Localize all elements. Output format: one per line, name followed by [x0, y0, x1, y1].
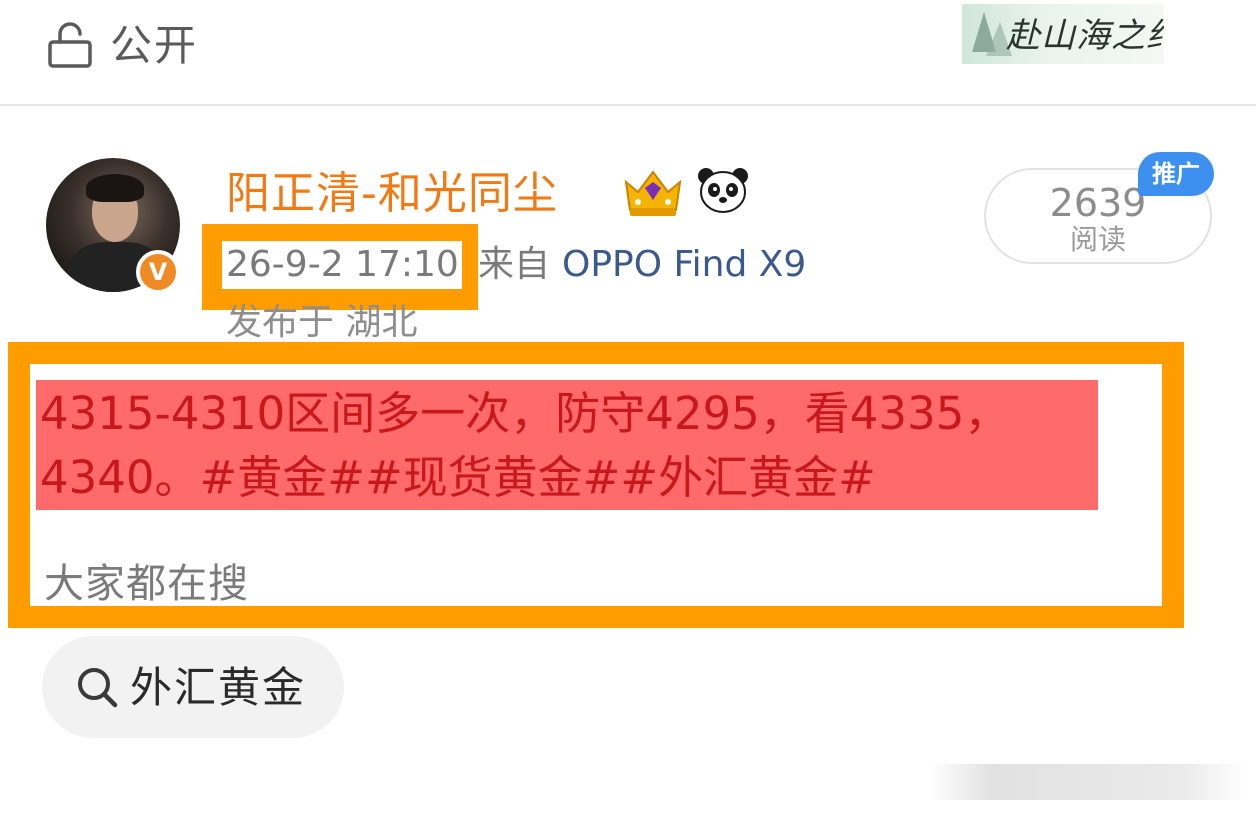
search-icon: [78, 668, 118, 708]
read-label: 阅读: [1069, 223, 1126, 256]
visibility-label[interactable]: 公开: [110, 18, 198, 74]
post-timestamp: 26-9-2 17:10: [226, 244, 459, 285]
crown-icon[interactable]: [620, 166, 686, 218]
promo-badge: 推广: [1138, 152, 1214, 196]
verified-icon: V: [136, 250, 180, 294]
banner-image[interactable]: 赴山海之约: [962, 4, 1164, 64]
post-content-line-2: 4340。#黄金##现货黄金##外汇黄金#: [40, 446, 1110, 510]
header-divider: [0, 104, 1256, 106]
trending-label: 大家都在搜: [44, 561, 249, 607]
source-device-link[interactable]: OPPO Find X9: [562, 240, 806, 290]
post-content-line-1: 4315-4310区间多一次，防守4295，看4335，: [40, 387, 1010, 440]
post-location: 发布于 湖北: [226, 302, 418, 343]
panda-icon[interactable]: [696, 164, 750, 216]
post-content-text: 4340。: [40, 451, 200, 504]
bottom-fade: [930, 764, 1246, 800]
search-chip-label[interactable]: 外汇黄金: [130, 660, 306, 716]
source-prefix: 来自: [478, 244, 551, 285]
author-name[interactable]: 阳正清-和光同尘: [226, 166, 558, 222]
banner-title: 赴山海之约: [1006, 16, 1164, 56]
lock-icon: [48, 22, 92, 68]
hashtag-link[interactable]: #外汇黄金#: [620, 451, 875, 504]
post-content[interactable]: 4315-4310区间多一次，防守4295，看4335， 4340。#黄金##现…: [40, 382, 1110, 510]
hashtag-link[interactable]: #黄金#: [200, 451, 365, 504]
hashtag-link[interactable]: #现货黄金#: [365, 451, 620, 504]
